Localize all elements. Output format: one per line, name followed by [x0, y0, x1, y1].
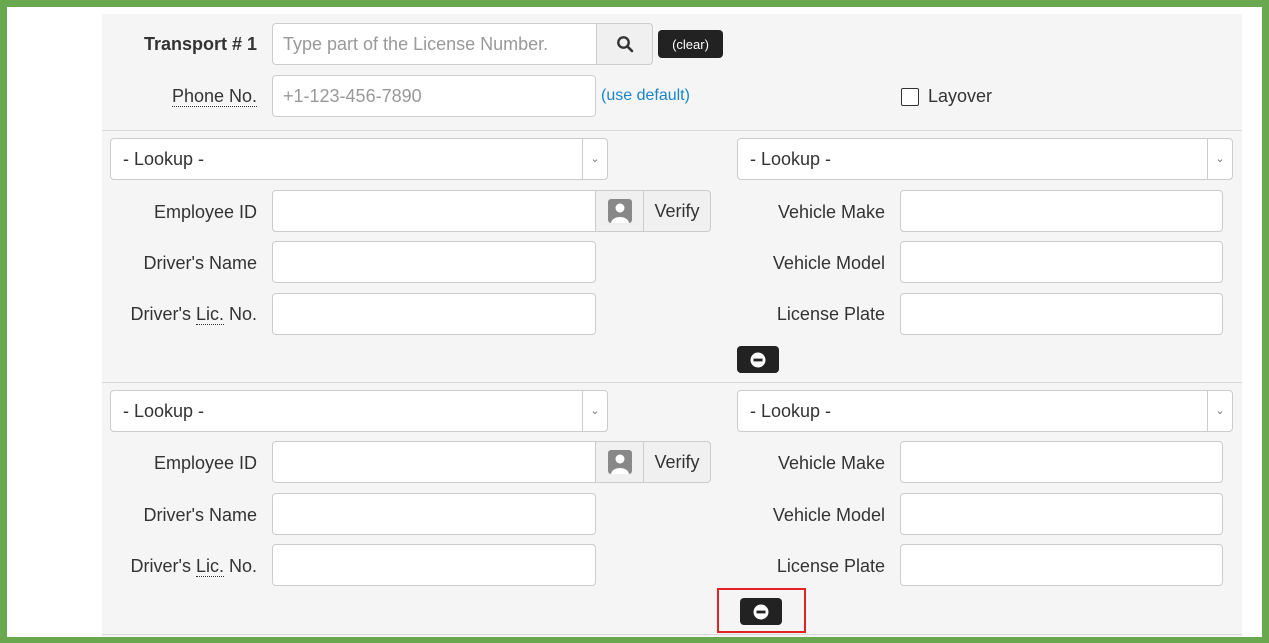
employee-id-input[interactable] [272, 190, 596, 232]
search-button[interactable] [596, 23, 653, 65]
vehicle-lookup-value: - Lookup - [750, 401, 832, 421]
vehicle-make-input[interactable] [900, 441, 1223, 483]
driver-lookup-select[interactable]: - Lookup - ⌄ [110, 390, 608, 432]
employee-id-input[interactable] [272, 441, 596, 483]
drivers-name-label: Driver's Name [143, 253, 257, 273]
drivers-lic-abbr: Lic. [195, 304, 224, 325]
layover-label[interactable]: Layover [928, 86, 992, 107]
drivers-lic-suffix: No. [223, 304, 257, 324]
driver-lookup-value: - Lookup - [123, 149, 205, 169]
minus-circle-icon [750, 352, 766, 367]
use-default-link[interactable]: (use default) [601, 87, 690, 105]
phone-label: Phone No. [110, 86, 257, 107]
remove-driver-button[interactable] [737, 346, 779, 373]
chevron-down-icon: ⌄ [1207, 391, 1232, 431]
license-plate-input[interactable] [900, 544, 1223, 586]
verify-button[interactable]: Verify [643, 190, 711, 232]
clear-button[interactable]: (clear) [658, 30, 723, 58]
vehicle-model-input[interactable] [900, 241, 1223, 283]
employee-id-label: Employee ID [153, 453, 257, 473]
drivers-lic-prefix: Driver's [130, 304, 196, 324]
drivers-lic-prefix: Driver's [130, 556, 196, 576]
vehicle-make-input[interactable] [900, 190, 1223, 232]
drivers-name-input[interactable] [272, 493, 596, 535]
phone-input[interactable] [272, 75, 596, 117]
drivers-lic-suffix: No. [223, 556, 257, 576]
chevron-down-icon: ⌄ [582, 139, 607, 179]
employee-id-label: Employee ID [153, 202, 257, 222]
vehicle-model-label: Vehicle Model [772, 253, 885, 273]
section-divider [102, 634, 1242, 635]
user-icon [607, 199, 632, 223]
license-plate-input[interactable] [900, 293, 1223, 335]
vehicle-lookup-value: - Lookup - [750, 149, 832, 169]
chevron-down-icon: ⌄ [582, 391, 607, 431]
vehicle-model-label: Vehicle Model [772, 505, 885, 525]
drivers-lic-input[interactable] [272, 544, 596, 586]
verify-button[interactable]: Verify [643, 441, 711, 483]
user-icon [607, 450, 632, 474]
section-divider [102, 382, 1242, 383]
vehicle-lookup-select[interactable]: - Lookup - ⌄ [737, 390, 1233, 432]
chevron-down-icon: ⌄ [1207, 139, 1232, 179]
driver-lookup-select[interactable]: - Lookup - ⌄ [110, 138, 608, 180]
drivers-lic-label: Driver's Lic. No. [110, 304, 257, 325]
employee-photo-button[interactable] [595, 190, 644, 232]
license-search-input[interactable] [272, 23, 597, 65]
vehicle-make-label: Vehicle Make [777, 453, 885, 473]
highlight-box [717, 588, 806, 633]
transport-label: Transport # 1 [143, 34, 257, 54]
vehicle-model-input[interactable] [900, 493, 1223, 535]
drivers-name-input[interactable] [272, 241, 596, 283]
drivers-name-label: Driver's Name [143, 505, 257, 525]
layover-checkbox[interactable] [901, 88, 919, 106]
drivers-lic-abbr: Lic. [195, 556, 224, 577]
phone-label-text: Phone No. [171, 86, 257, 107]
driver-lookup-value: - Lookup - [123, 401, 205, 421]
employee-photo-button[interactable] [595, 441, 644, 483]
drivers-lic-input[interactable] [272, 293, 596, 335]
license-plate-label: License Plate [776, 304, 885, 324]
drivers-lic-label: Driver's Lic. No. [110, 556, 257, 577]
search-icon [616, 36, 633, 53]
vehicle-lookup-select[interactable]: - Lookup - ⌄ [737, 138, 1233, 180]
license-plate-label: License Plate [776, 556, 885, 576]
section-divider [102, 130, 1242, 131]
vehicle-make-label: Vehicle Make [777, 202, 885, 222]
